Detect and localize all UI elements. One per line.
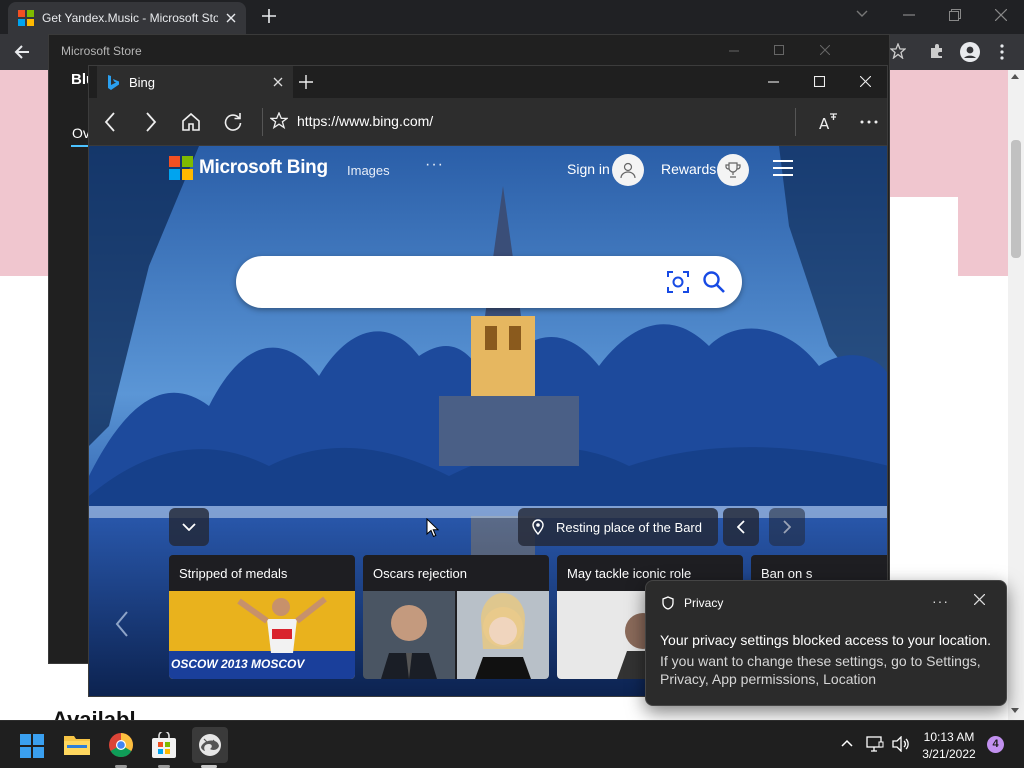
address-bar-url[interactable]: https://www.bing.com/ bbox=[297, 113, 433, 129]
home-icon[interactable] bbox=[181, 112, 201, 132]
clock-time[interactable]: 10:13 AM bbox=[920, 730, 978, 744]
extensions-icon[interactable] bbox=[929, 43, 945, 59]
edge-tab-bar: Bing bbox=[89, 66, 887, 98]
notification-count-badge[interactable]: 4 bbox=[987, 736, 1004, 753]
availability-heading: Availabl bbox=[52, 708, 136, 720]
bing-rewards[interactable]: Rewards bbox=[661, 161, 716, 177]
bing-brand-title[interactable]: Microsoft Bing bbox=[199, 157, 328, 179]
search-icon[interactable] bbox=[702, 270, 726, 294]
refresh-icon[interactable] bbox=[223, 112, 243, 132]
toolbar-separator bbox=[795, 108, 796, 136]
news-card-title: Stripped of medals bbox=[179, 566, 288, 581]
microsoft-logo-icon[interactable] bbox=[169, 156, 193, 180]
collapse-feed-button[interactable] bbox=[169, 508, 209, 546]
chevron-down-icon bbox=[182, 523, 196, 531]
svg-text:A: A bbox=[819, 115, 830, 131]
image-caption-button[interactable]: Resting place of the Bard bbox=[518, 508, 718, 546]
store-window-title: Microsoft Store bbox=[61, 44, 142, 58]
chrome-tab-title: Get Yandex.Music - Microsoft Store bbox=[42, 11, 218, 25]
edge-menu-icon[interactable] bbox=[860, 120, 878, 124]
edge-maximize-icon[interactable] bbox=[814, 76, 825, 87]
news-card-title: Oscars rejection bbox=[373, 566, 467, 581]
shield-icon bbox=[662, 596, 674, 610]
visual-search-camera-icon[interactable] bbox=[666, 270, 690, 294]
notification-more-options[interactable]: ··· bbox=[932, 593, 949, 609]
tab-search-chevron-icon[interactable] bbox=[856, 10, 868, 18]
news-card-image-caption: OSCOW 2013 MOSCOV bbox=[171, 657, 305, 671]
edge-new-tab-icon[interactable] bbox=[299, 75, 313, 89]
close-tab-icon[interactable] bbox=[226, 13, 236, 23]
clock-date[interactable]: 3/21/2022 bbox=[920, 747, 978, 761]
bing-nav-more[interactable]: ··· bbox=[425, 156, 444, 174]
chrome-menu-icon[interactable] bbox=[1000, 44, 1004, 60]
news-card-image: OSCOW 2013 MOSCOV bbox=[169, 591, 355, 679]
notification-app-name: Privacy bbox=[684, 596, 724, 610]
bing-search-box[interactable] bbox=[236, 256, 742, 308]
bing-nav-images[interactable]: Images bbox=[347, 163, 390, 178]
news-card[interactable]: Stripped of medals OSCOW 2013 MOSCOV bbox=[169, 555, 355, 679]
previous-image-button[interactable] bbox=[723, 508, 759, 546]
news-card[interactable]: Oscars rejection bbox=[363, 555, 549, 679]
file-explorer-icon[interactable] bbox=[64, 733, 90, 757]
mouse-cursor-icon bbox=[426, 518, 439, 538]
news-scroll-left-icon[interactable] bbox=[115, 611, 129, 637]
microsoft-store-favicon-icon bbox=[18, 10, 34, 26]
edge-close-window-icon[interactable] bbox=[860, 76, 871, 87]
edge-icon[interactable] bbox=[198, 733, 222, 757]
profile-icon[interactable] bbox=[960, 42, 980, 62]
rewards-trophy-icon[interactable] bbox=[717, 154, 749, 186]
notification-body: If you want to change these settings, go… bbox=[660, 653, 981, 687]
scroll-down-arrow-icon[interactable] bbox=[1011, 708, 1019, 713]
store-close-icon[interactable] bbox=[820, 45, 830, 55]
store-minimize-icon[interactable] bbox=[729, 50, 739, 52]
favorite-star-icon[interactable] bbox=[270, 112, 288, 130]
edge-tab-title: Bing bbox=[129, 74, 156, 90]
edge-minimize-icon[interactable] bbox=[768, 81, 779, 83]
read-aloud-icon[interactable]: A bbox=[818, 111, 838, 131]
news-card-image bbox=[363, 591, 549, 679]
next-image-button[interactable] bbox=[769, 508, 805, 546]
start-icon[interactable] bbox=[20, 734, 44, 758]
chevron-right-icon bbox=[783, 520, 791, 534]
bing-sign-in[interactable]: Sign in bbox=[567, 161, 610, 177]
edge-close-tab-icon[interactable] bbox=[273, 77, 283, 87]
chrome-icon[interactable] bbox=[109, 733, 133, 757]
restore-icon[interactable] bbox=[949, 9, 961, 21]
edge-tab-bing[interactable]: Bing bbox=[97, 66, 293, 98]
notification-heading: Your privacy settings blocked access to … bbox=[660, 632, 991, 648]
microsoft-store-icon[interactable] bbox=[152, 732, 176, 758]
scroll-up-arrow-icon[interactable] bbox=[1011, 74, 1019, 79]
notification-close-icon[interactable] bbox=[974, 594, 985, 605]
bookmark-star-icon[interactable] bbox=[890, 43, 906, 59]
edge-back-icon[interactable] bbox=[104, 112, 116, 132]
privacy-notification[interactable]: Privacy ··· Your privacy settings blocke… bbox=[645, 580, 1007, 706]
toolbar-separator bbox=[262, 108, 263, 136]
edge-forward-icon[interactable] bbox=[145, 112, 157, 132]
image-caption-text: Resting place of the Bard bbox=[556, 519, 702, 535]
minimize-icon[interactable] bbox=[903, 14, 915, 16]
windows-taskbar: 10:13 AM 3/21/2022 4 bbox=[0, 720, 1024, 768]
location-pin-icon bbox=[532, 519, 544, 535]
new-tab-icon[interactable] bbox=[262, 9, 276, 23]
back-arrow-icon[interactable] bbox=[14, 44, 30, 60]
close-window-icon[interactable] bbox=[995, 9, 1007, 21]
chrome-tab-bar: Get Yandex.Music - Microsoft Store bbox=[0, 0, 1024, 34]
network-icon[interactable] bbox=[866, 736, 884, 752]
bing-favicon-icon bbox=[107, 74, 119, 90]
show-hidden-icons-chevron-icon[interactable] bbox=[841, 739, 853, 747]
user-avatar-icon[interactable] bbox=[612, 154, 644, 186]
chrome-scrollbar-thumb[interactable] bbox=[1011, 140, 1021, 258]
store-maximize-icon[interactable] bbox=[774, 45, 784, 55]
edge-toolbar: https://www.bing.com/ A bbox=[89, 98, 887, 146]
chevron-left-icon bbox=[737, 520, 745, 534]
chrome-tab[interactable]: Get Yandex.Music - Microsoft Store bbox=[8, 2, 246, 34]
volume-icon[interactable] bbox=[892, 736, 910, 752]
store-tab-indicator bbox=[71, 145, 89, 147]
hamburger-menu-icon[interactable] bbox=[773, 160, 793, 176]
